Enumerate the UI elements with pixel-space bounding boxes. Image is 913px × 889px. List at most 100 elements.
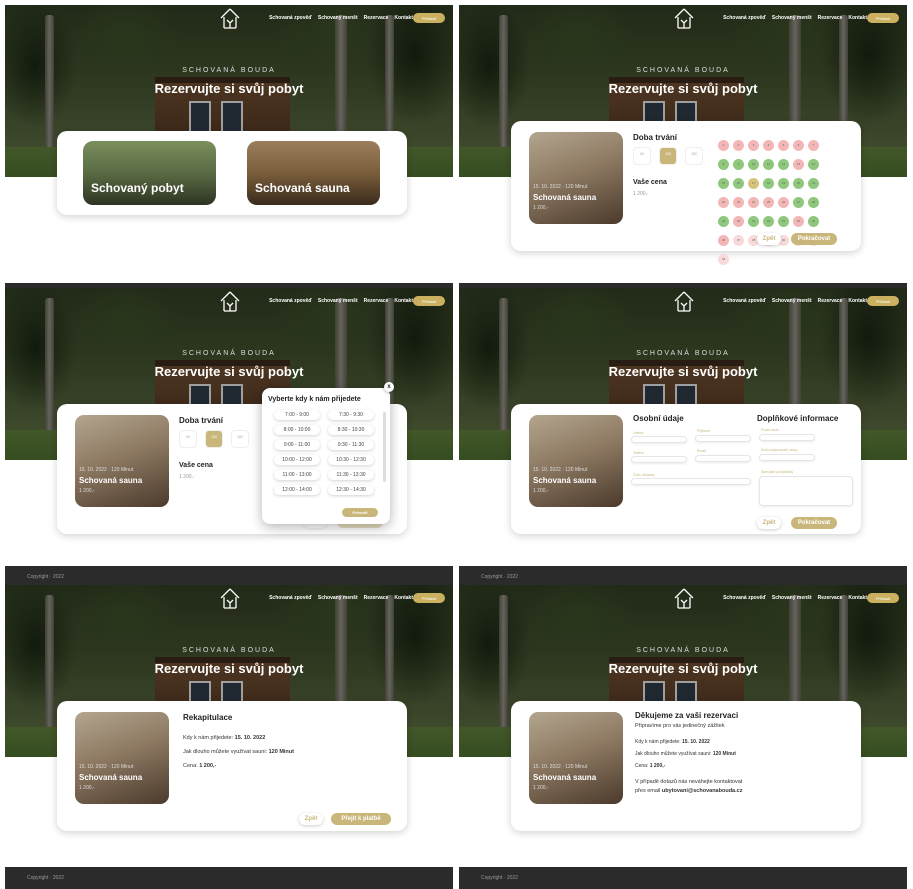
nav-link[interactable]: Rezervace xyxy=(364,298,389,304)
bouda-logo-icon[interactable] xyxy=(673,588,695,610)
nav-link[interactable]: Schovaná zpověď xyxy=(723,15,766,21)
time-slot[interactable]: 9:30 - 11:30 xyxy=(328,440,374,450)
calendar-day[interactable]: 5 xyxy=(778,140,789,151)
calendar-day[interactable]: 20 xyxy=(793,178,804,189)
calendar-day[interactable]: 17 xyxy=(748,178,759,189)
back-button[interactable]: Zpět xyxy=(299,813,323,825)
bouda-logo-icon[interactable] xyxy=(219,588,241,610)
time-slot[interactable]: 10:30 - 12:30 xyxy=(328,455,374,465)
calendar-day[interactable]: 27 xyxy=(793,197,804,208)
login-button[interactable]: Přihlásit xyxy=(867,13,899,23)
nav-link[interactable]: Rezervace xyxy=(364,595,389,601)
email-field[interactable] xyxy=(695,455,751,462)
calendar-day[interactable]: 33 xyxy=(778,216,789,227)
login-button[interactable]: Přihlásit xyxy=(867,593,899,603)
back-button[interactable]: Zpět xyxy=(757,517,781,529)
duration-180[interactable]: 180 xyxy=(231,430,249,448)
nav-link[interactable]: Schovaný menšt xyxy=(772,298,812,304)
calendar-day[interactable]: 43 xyxy=(718,254,729,265)
calendar-day[interactable]: 18 xyxy=(763,178,774,189)
duration-60[interactable]: 60 xyxy=(179,430,197,448)
time-slot[interactable]: 11:30 - 13:30 xyxy=(328,470,374,480)
nav-link[interactable]: Schovaný menšt xyxy=(772,15,812,21)
option-schovany-pobyt[interactable]: Schovaný pobyt xyxy=(83,141,216,205)
bouda-logo-icon[interactable] xyxy=(219,8,241,30)
nav-link[interactable]: Rezervace xyxy=(818,298,843,304)
calendar-day[interactable]: 34 xyxy=(793,216,804,227)
calendar-day[interactable]: 6 xyxy=(793,140,804,151)
entry-type-field[interactable] xyxy=(759,454,815,461)
calendar-day[interactable]: 16 xyxy=(733,178,744,189)
calendar-day[interactable]: 19 xyxy=(778,178,789,189)
nav-link[interactable]: Kontakt xyxy=(394,298,413,304)
calendar-day[interactable]: 9 xyxy=(733,159,744,170)
calendar-day[interactable]: 35 xyxy=(808,216,819,227)
nav-link[interactable]: Schovaná zpověď xyxy=(269,595,312,601)
option-schovana-sauna[interactable]: Schovaná sauna xyxy=(247,141,380,205)
calendar-day[interactable]: 28 xyxy=(808,197,819,208)
phone-field[interactable] xyxy=(631,456,687,463)
calendar-day[interactable]: 14 xyxy=(808,159,819,170)
nav-link[interactable]: Schovaný menšt xyxy=(318,595,358,601)
time-slot[interactable]: 12:00 - 14:00 xyxy=(274,485,320,495)
bouda-logo-icon[interactable] xyxy=(219,291,241,313)
nav-link[interactable]: Kontakt xyxy=(848,595,867,601)
bouda-logo-icon[interactable] xyxy=(673,8,695,30)
nav-link[interactable]: Kontakt xyxy=(394,595,413,601)
continue-button[interactable]: Pokračovat xyxy=(791,517,837,529)
nav-link[interactable]: Kontakt xyxy=(394,15,413,21)
nav-link[interactable]: Schovaná zpověď xyxy=(723,595,766,601)
calendar-day[interactable]: 1 xyxy=(718,140,729,151)
bouda-logo-icon[interactable] xyxy=(673,291,695,313)
calendar-day[interactable]: 12 xyxy=(778,159,789,170)
time-slot[interactable]: 10:00 - 12:00 xyxy=(274,455,320,465)
calendar-day[interactable]: 24 xyxy=(748,197,759,208)
login-button[interactable]: Přihlásit xyxy=(867,296,899,306)
time-slot[interactable]: 8:00 - 10:00 xyxy=(274,425,320,435)
id-number-field[interactable] xyxy=(631,478,751,485)
calendar-day[interactable]: 30 xyxy=(733,216,744,227)
time-slot[interactable]: 7:00 - 9:00 xyxy=(274,410,320,420)
calendar-day[interactable]: 23 xyxy=(733,197,744,208)
time-slot[interactable]: 7:30 - 9:30 xyxy=(328,410,374,420)
calendar-day[interactable]: 11 xyxy=(763,159,774,170)
nav-link[interactable]: Schovaný menšt xyxy=(318,298,358,304)
calendar-day[interactable]: 32 xyxy=(763,216,774,227)
login-button[interactable]: Přihlásit xyxy=(413,13,445,23)
modal-scrollbar[interactable] xyxy=(383,412,386,482)
close-icon[interactable]: x xyxy=(384,382,394,392)
time-slot[interactable]: 12:30 - 14:30 xyxy=(328,485,374,495)
calendar-day[interactable]: 26 xyxy=(778,197,789,208)
nav-link[interactable]: Kontakt xyxy=(848,15,867,21)
login-button[interactable]: Přihlásit xyxy=(413,593,445,603)
calendar-day[interactable]: 10 xyxy=(748,159,759,170)
duration-180[interactable]: 180 xyxy=(685,147,703,165)
special-requests-field[interactable] xyxy=(759,476,853,506)
continue-button[interactable]: Pokračovat xyxy=(791,233,837,245)
calendar-day[interactable]: 2 xyxy=(733,140,744,151)
duration-120[interactable]: 120 xyxy=(205,430,223,448)
time-slot[interactable]: 8:30 - 10:30 xyxy=(328,425,374,435)
back-button[interactable]: Zpět xyxy=(757,233,781,245)
time-slot[interactable]: 9:00 - 11:00 xyxy=(274,440,320,450)
calendar-day[interactable]: 15 xyxy=(718,178,729,189)
nav-link[interactable]: Kontakt xyxy=(848,298,867,304)
duration-120[interactable]: 120 xyxy=(659,147,677,165)
calendar-day[interactable]: 8 xyxy=(718,159,729,170)
calendar-day[interactable]: 4 xyxy=(763,140,774,151)
calendar-day[interactable]: 13 xyxy=(793,159,804,170)
calendar-day[interactable]: 22 xyxy=(718,197,729,208)
first-name-field[interactable] xyxy=(631,436,687,443)
nav-link[interactable]: Rezervace xyxy=(818,15,843,21)
calendar-day[interactable]: 36 xyxy=(718,235,729,246)
calendar-day[interactable]: 25 xyxy=(763,197,774,208)
confirm-button[interactable]: Potvrdit xyxy=(342,508,378,517)
nav-link[interactable]: Schovaná zpověď xyxy=(723,298,766,304)
pay-button[interactable]: Přejít k platbě xyxy=(331,813,391,825)
nav-link[interactable]: Schovaná zpověď xyxy=(269,298,312,304)
calendar-day[interactable]: 29 xyxy=(718,216,729,227)
calendar-day[interactable]: 21 xyxy=(808,178,819,189)
guests-field[interactable] xyxy=(759,434,815,441)
login-button[interactable]: Přihlásit xyxy=(413,296,445,306)
calendar-day[interactable]: 31 xyxy=(748,216,759,227)
